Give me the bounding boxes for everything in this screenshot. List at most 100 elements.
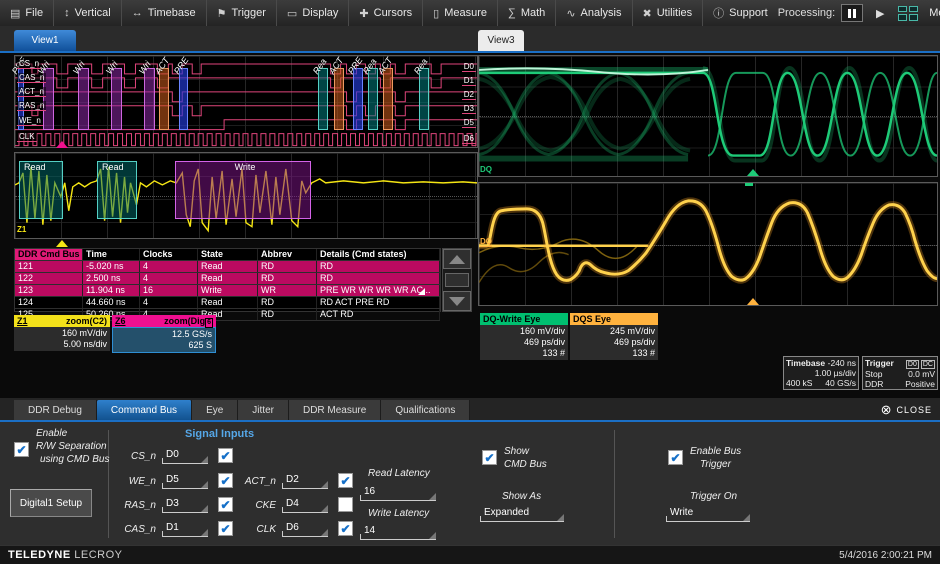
timebase-descriptor[interactable]: Timebase-240 ns 1.00 µs/div 400 kS40 GS/…: [783, 356, 859, 390]
dialog-tabbar: DDR Debug Command Bus Eye Jitter DDR Mea…: [0, 398, 940, 420]
play-button[interactable]: ▶: [869, 4, 891, 22]
menu-trigger[interactable]: ⚑ Trigger: [207, 0, 277, 26]
wen-source-dropdown[interactable]: D5: [162, 473, 208, 489]
table-row[interactable]: 121-5.020 ns4ReadRDRD: [15, 261, 440, 273]
pause-button[interactable]: [841, 4, 863, 22]
clk-enable-checkbox[interactable]: [338, 521, 353, 536]
tab-view3[interactable]: View3: [478, 30, 524, 51]
show-as-dropdown[interactable]: Expanded: [480, 506, 564, 522]
write-latency-dropdown[interactable]: 14: [360, 524, 436, 540]
scroll-up-button[interactable]: [443, 249, 471, 269]
close-button[interactable]: ⊗CLOSE: [881, 402, 932, 418]
tab-jitter[interactable]: Jitter: [238, 400, 289, 420]
menu-vertical[interactable]: ↕Vertical: [54, 0, 122, 26]
support-icon: ⓘ: [713, 5, 724, 21]
menu-cursors[interactable]: ✚ Cursors: [349, 0, 423, 26]
menu-vertical-label: Vertical: [75, 7, 111, 19]
rasn-enable-checkbox[interactable]: [218, 497, 233, 512]
enable-rw-label: Enable: [36, 428, 67, 439]
menu-utilities[interactable]: ✖Utilities: [633, 0, 704, 26]
clk-source-dropdown[interactable]: D6: [282, 521, 328, 537]
scroll-thumb[interactable]: [445, 273, 469, 287]
menu-display[interactable]: ▭Display: [277, 0, 349, 26]
dq-write-eye-descriptor[interactable]: DQ-Write Eye 160 mV/div469 ps/div133 #: [480, 313, 568, 360]
digital-bus-panel[interactable]: PRE Wri Wri Wri Wri ACT PRE Rea ACT PRE …: [14, 55, 478, 148]
tab-view1[interactable]: View1: [14, 30, 76, 51]
enable-rw-checkbox[interactable]: [14, 442, 29, 457]
dqs-eye-panel[interactable]: DQ: [478, 182, 938, 306]
wen-enable-checkbox[interactable]: [218, 473, 233, 488]
ddr-command-table[interactable]: DDR Cmd Bus Time Clocks State Abbrev Det…: [14, 248, 441, 312]
dialog-accent-line: [0, 420, 940, 422]
cursor-icon: ✚: [359, 7, 368, 20]
menu-cursors-label: Cursors: [374, 7, 413, 19]
oscilloscope-screen: ▤File ↕Vertical ↔Timebase ⚑ Trigger ▭Disp…: [0, 0, 940, 564]
tab-qualifications[interactable]: Qualifications: [381, 400, 470, 420]
dqs-eye-descriptor[interactable]: DQS Eye 245 mV/div469 ps/div133 #: [570, 313, 658, 360]
scroll-down-button[interactable]: [443, 291, 471, 311]
menu-measure[interactable]: ▯Measure: [423, 0, 498, 26]
cke-enable-checkbox[interactable]: [338, 497, 353, 512]
write-region-box: Write: [175, 161, 311, 219]
display-icon: ▭: [287, 7, 297, 20]
zoom-trace-panel[interactable]: Read Read Write Z1: [14, 152, 478, 239]
dqs-center-marker[interactable]: [747, 298, 759, 305]
casn-source-dropdown[interactable]: D1: [162, 521, 208, 537]
signal-label-actn: ACT_n: [17, 87, 46, 97]
bus-annotation-bar: [419, 68, 429, 130]
trigger-descriptor[interactable]: TriggerD0DC Stop0.0 mV DDRPositive: [862, 356, 938, 390]
z1-axis-tag: Z1: [17, 225, 26, 234]
tab-ddr-measure[interactable]: DDR Measure: [289, 400, 381, 420]
dq-write-eye-panel[interactable]: DQ: [478, 55, 938, 177]
menu-analysis[interactable]: ∿Analysis: [556, 0, 632, 26]
zoom-position-marker[interactable]: [56, 240, 68, 247]
z6-descriptor-box[interactable]: Z6zoom(Dig6 12.5 GS/s625 S: [112, 315, 216, 353]
read-latency-dropdown[interactable]: 16: [360, 485, 436, 501]
table-row[interactable]: 12444.660 ns4ReadRDRD ACT PRE RD: [15, 297, 440, 309]
mosaic-dropdown-value: Mosaic: [929, 7, 940, 19]
eye-diagram-traces: [479, 56, 937, 177]
table-scrollbar[interactable]: [442, 248, 472, 312]
calculator-icon: ∑: [508, 7, 516, 19]
actn-source-dropdown[interactable]: D2: [282, 473, 328, 489]
menu-math[interactable]: ∑Math: [498, 0, 556, 26]
rasn-source-dropdown[interactable]: D3: [162, 497, 208, 513]
play-icon: ▶: [876, 7, 884, 20]
trigger-on-dropdown[interactable]: Write: [666, 506, 750, 522]
tab-command-bus[interactable]: Command Bus: [97, 400, 192, 420]
cke-source-dropdown[interactable]: D4: [282, 497, 328, 513]
trigger-flag-icon: ⚑: [217, 7, 227, 20]
digital-group-badge: 6: [205, 318, 213, 328]
menu-timebase[interactable]: ↔Timebase: [122, 0, 207, 26]
table-row[interactable]: 1222.500 ns4ReadRDRD: [15, 273, 440, 285]
menu-support[interactable]: ⓘSupport: [703, 0, 778, 26]
z1-descriptor-box[interactable]: Z1zoom(C2) 160 mV/div5.00 ns/div: [14, 315, 110, 351]
bus-annotation-bar: [353, 68, 363, 130]
enable-bus-trigger-checkbox[interactable]: [668, 450, 683, 465]
show-cmd-bus-checkbox[interactable]: [482, 450, 497, 465]
csn-enable-checkbox[interactable]: [218, 448, 233, 463]
digital1-setup-button[interactable]: Digital1 Setup: [10, 489, 92, 517]
view-tabstrip: View1 View3: [0, 26, 940, 51]
menu-file[interactable]: ▤File: [0, 0, 54, 26]
actn-enable-checkbox[interactable]: [338, 473, 353, 488]
table-row[interactable]: 12311.904 ns16WriteWRPRE WR WR WR WR AC.…: [15, 285, 440, 297]
timebase-icon: ↔: [132, 7, 143, 19]
signal-label-clk: CLK: [17, 132, 37, 142]
table-header: DDR Cmd Bus Time Clocks State Abbrev Det…: [15, 249, 440, 261]
mosaic-grid-icon[interactable]: [897, 5, 919, 22]
tab-eye[interactable]: Eye: [192, 400, 238, 420]
accent-line: [0, 51, 940, 53]
analysis-icon: ∿: [566, 7, 575, 20]
signal-label-rasn: RAS_n: [17, 101, 46, 111]
signal-label-csn: CS_n: [17, 59, 41, 69]
dq-axis-tag: DQ: [480, 237, 492, 247]
trigger-position-marker[interactable]: [56, 141, 68, 148]
mosaic-dropdown[interactable]: Mosaic: [925, 5, 940, 21]
csn-source-dropdown[interactable]: D0: [162, 448, 208, 464]
tab-ddr-debug[interactable]: DDR Debug: [14, 400, 97, 420]
eye-center-marker[interactable]: [747, 169, 759, 176]
dqs-traces: [479, 183, 937, 308]
menu-trigger-label: Trigger: [231, 7, 265, 19]
casn-enable-checkbox[interactable]: [218, 521, 233, 536]
